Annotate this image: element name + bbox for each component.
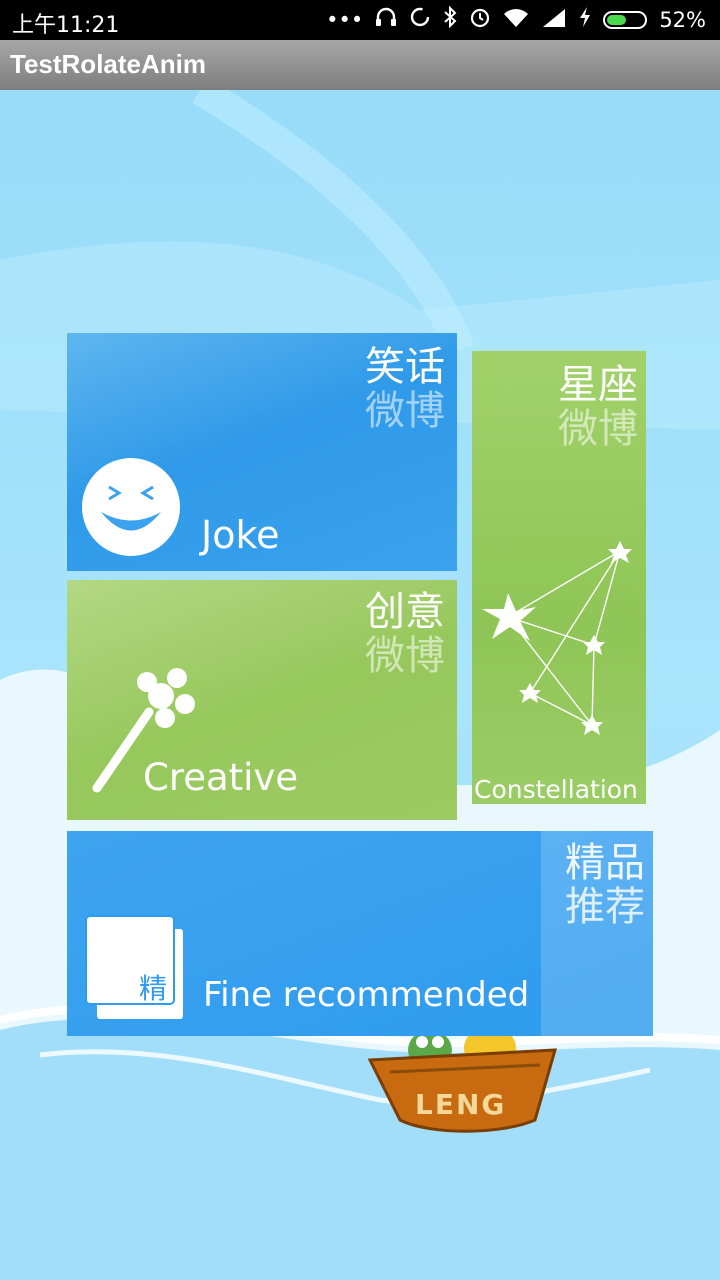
- charging-icon: [579, 7, 591, 32]
- fine-label: Fine recommended: [203, 975, 530, 1015]
- fine-recommended-tile[interactable]: 精品 推荐 精 Fine recommended: [67, 831, 653, 1036]
- fine-cn-line1: 精品: [565, 840, 645, 886]
- constellation-title-cn: 星座 微博: [558, 363, 638, 451]
- status-icons: ••• 52%: [326, 5, 706, 33]
- fine-cn-line2: 推荐: [565, 884, 645, 930]
- bluetooth-icon: [443, 5, 457, 33]
- joke-title-cn: 笑话 微博: [365, 345, 445, 433]
- joke-cn-line2: 微博: [365, 388, 445, 434]
- smiley-icon: [81, 457, 181, 561]
- creative-cn-line1: 创意: [365, 589, 445, 635]
- fine-badge-char: 精: [139, 972, 168, 1005]
- signal-icon: [541, 7, 567, 32]
- more-dots-icon: •••: [326, 7, 364, 32]
- wifi-icon: [503, 7, 529, 32]
- creative-cn-line2: 微博: [365, 633, 445, 679]
- fine-title-cn: 精品 推荐: [565, 841, 645, 929]
- battery-level: [607, 14, 627, 25]
- constellation-tile[interactable]: 星座 微博 Constellation: [472, 351, 646, 804]
- status-time: 上午11:21: [12, 13, 120, 38]
- app-title: TestRolateAnim: [10, 49, 206, 79]
- creative-tile[interactable]: 创意 微博 Creative: [67, 580, 457, 820]
- joke-label: Joke: [201, 513, 280, 557]
- boat-illustration: LENG: [360, 1020, 570, 1140]
- fine-badge-icon: 精: [87, 917, 187, 1021]
- joke-cn-line1: 笑话: [365, 344, 445, 390]
- action-bar: TestRolateAnim: [0, 40, 720, 90]
- battery-icon: [603, 10, 648, 29]
- joke-tile[interactable]: 笑话 微博 Joke: [67, 333, 457, 571]
- alarm-icon: [469, 6, 491, 33]
- status-bar: 上午11:21 ••• 52%: [0, 0, 720, 40]
- constellation-cn-line1: 星座: [558, 362, 638, 408]
- creative-title-cn: 创意 微博: [365, 590, 445, 678]
- sync-icon: [409, 6, 431, 33]
- battery-percent: 52%: [659, 7, 706, 32]
- constellation-stars-icon: [476, 537, 642, 741]
- constellation-label: Constellation: [474, 775, 638, 804]
- boat-label: LENG: [415, 1088, 507, 1121]
- constellation-cn-line2: 微博: [558, 406, 638, 452]
- creative-label: Creative: [143, 756, 299, 799]
- headset-icon: [375, 7, 397, 32]
